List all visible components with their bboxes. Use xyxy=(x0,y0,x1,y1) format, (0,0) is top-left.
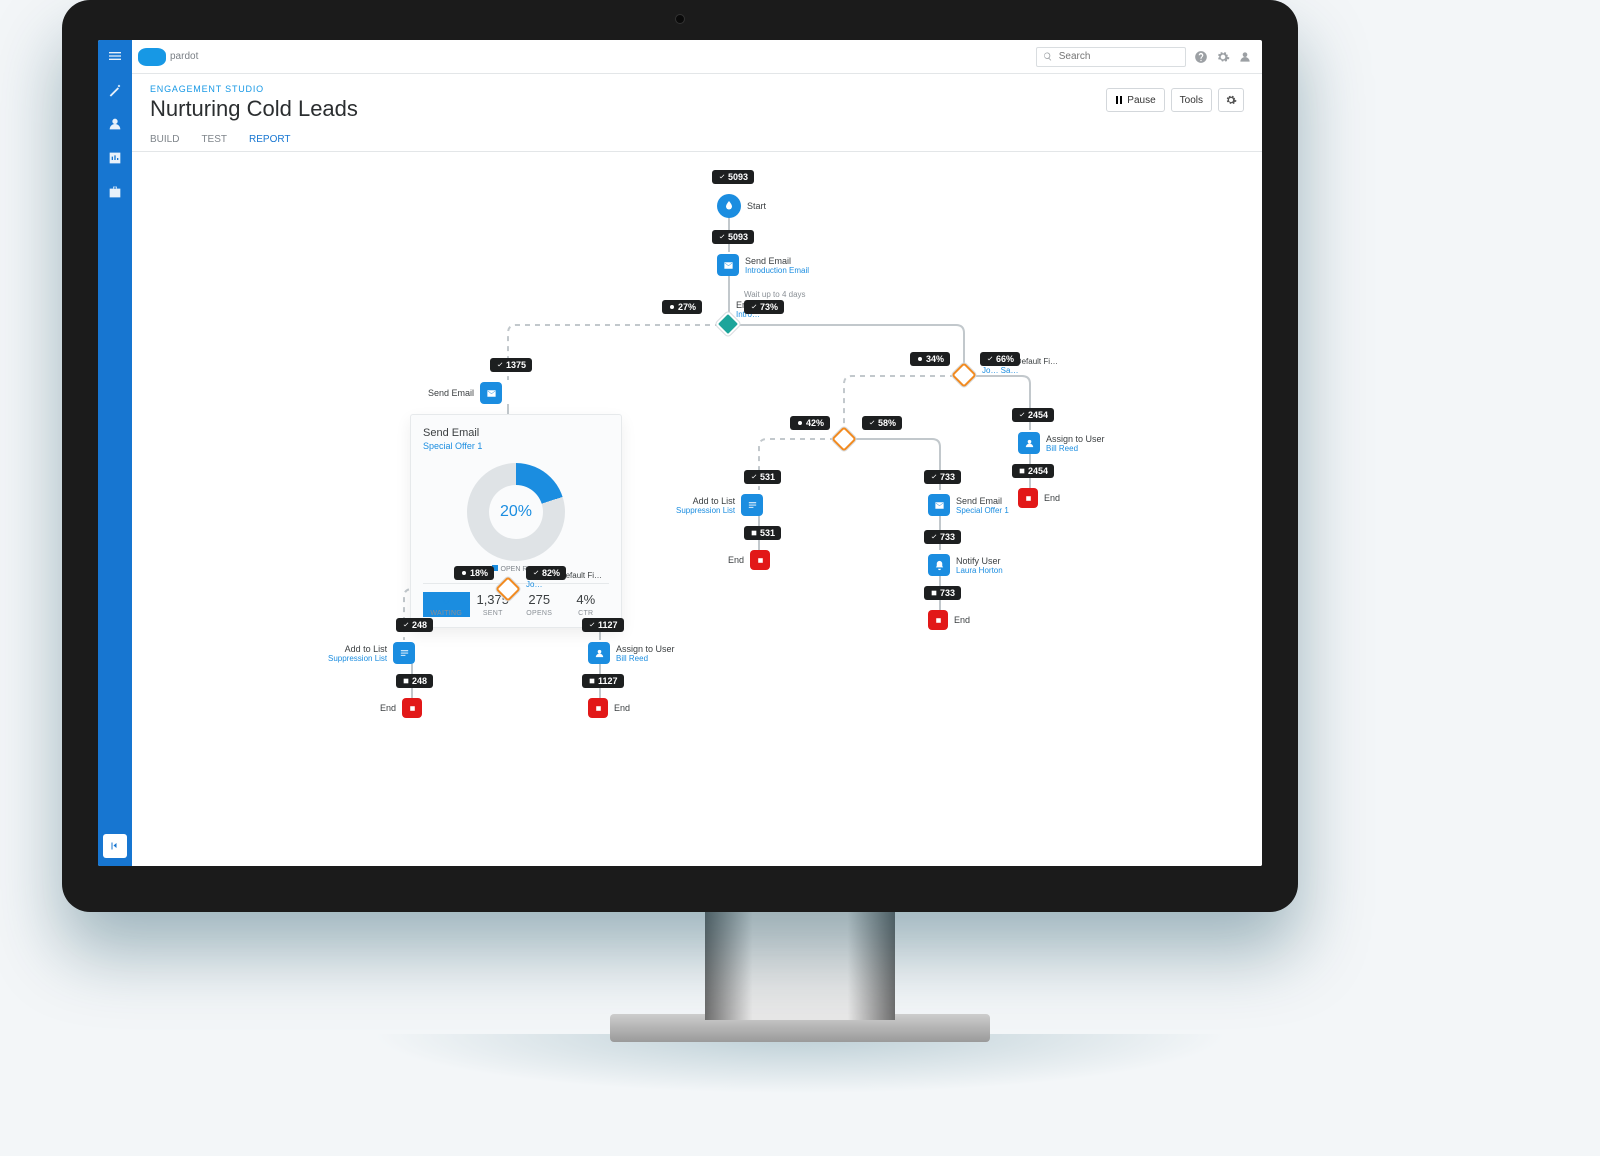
count-badge: 531 xyxy=(744,526,781,540)
end-node[interactable]: End xyxy=(380,698,422,718)
count-badge: 2454 xyxy=(1012,408,1054,422)
page-title: Nurturing Cold Leads xyxy=(150,96,1244,122)
action-node[interactable]: Add to ListSuppression List xyxy=(676,494,763,516)
percent-badge: 82% xyxy=(526,566,566,580)
flow-canvas[interactable]: 5093 Start 5093 Send EmailIntroduction E… xyxy=(132,152,1262,866)
stop-icon xyxy=(1023,493,1034,504)
action-node[interactable]: Assign to UserBill Reed xyxy=(588,642,675,664)
percent-badge: 66% xyxy=(980,352,1020,366)
drop-icon xyxy=(723,200,735,212)
wand-icon[interactable] xyxy=(107,82,123,98)
end-node[interactable]: End xyxy=(588,698,630,718)
count-badge: 248 xyxy=(396,618,433,632)
count-badge: 1127 xyxy=(582,618,624,632)
pause-button[interactable]: Pause xyxy=(1106,88,1164,112)
count-badge: 248 xyxy=(396,674,433,688)
action-node[interactable]: Send EmailSpecial Offer 1 xyxy=(928,494,1009,516)
count-badge: 733 xyxy=(924,586,961,600)
percent-badge: 34% xyxy=(910,352,950,366)
pause-icon xyxy=(1115,96,1123,104)
percent-badge: 18% xyxy=(454,566,494,580)
bell-icon xyxy=(934,560,945,571)
chart-icon[interactable] xyxy=(107,150,123,166)
action-node[interactable]: Send EmailIntroduction Email xyxy=(717,254,809,276)
breadcrumb: ENGAGEMENT STUDIO xyxy=(150,84,1244,94)
mail-icon xyxy=(723,260,734,271)
user-icon xyxy=(1024,438,1035,449)
stop-icon xyxy=(593,703,604,714)
user-icon[interactable] xyxy=(1238,50,1252,64)
end-node[interactable]: End xyxy=(728,550,770,570)
search-input[interactable] xyxy=(1036,47,1186,67)
topbar: pardot xyxy=(132,40,1262,74)
open-rate-donut: 20% xyxy=(467,463,565,561)
list-icon xyxy=(399,648,410,659)
action-node[interactable]: Add to ListSuppression List xyxy=(328,642,415,664)
action-node[interactable]: Send Email xyxy=(428,382,502,404)
count-badge: 1127 xyxy=(582,674,624,688)
collapse-icon[interactable] xyxy=(103,834,127,858)
count-badge: 2454 xyxy=(1012,464,1054,478)
node-detail-card: Send Email Special Offer 1 20% OPEN RATE… xyxy=(410,414,622,628)
user-icon xyxy=(594,648,605,659)
menu-icon[interactable] xyxy=(107,48,123,64)
salesforce-logo-icon xyxy=(138,48,166,66)
webcam-icon xyxy=(675,14,685,24)
rule-node[interactable] xyxy=(831,426,856,451)
stop-icon xyxy=(755,555,766,566)
sidebar xyxy=(98,40,132,866)
percent-badge: 73% xyxy=(744,300,784,314)
stop-icon xyxy=(933,615,944,626)
percent-badge: 58% xyxy=(862,416,902,430)
tools-button[interactable]: Tools xyxy=(1171,88,1212,112)
count-badge: 733 xyxy=(924,530,961,544)
count-badge: 5093 xyxy=(712,170,754,184)
help-icon[interactable] xyxy=(1194,50,1208,64)
end-node[interactable]: End xyxy=(1018,488,1060,508)
rule-node[interactable] xyxy=(951,362,976,387)
percent-badge: 42% xyxy=(790,416,830,430)
mail-icon xyxy=(486,388,497,399)
action-node[interactable]: Assign to UserBill Reed xyxy=(1018,432,1105,454)
count-badge: 531 xyxy=(744,470,781,484)
count-badge: 1375 xyxy=(490,358,532,372)
count-badge: 5093 xyxy=(712,230,754,244)
card-subtitle[interactable]: Special Offer 1 xyxy=(423,441,609,451)
mail-icon xyxy=(934,500,945,511)
settings-button[interactable] xyxy=(1218,88,1244,112)
gear-icon xyxy=(1225,94,1237,106)
briefcase-icon[interactable] xyxy=(107,184,123,200)
count-badge: 733 xyxy=(924,470,961,484)
percent-badge: 27% xyxy=(662,300,702,314)
action-node[interactable]: Notify UserLaura Horton xyxy=(928,554,1003,576)
stop-icon xyxy=(407,703,418,714)
gear-icon[interactable] xyxy=(1216,50,1230,64)
wait-label: Wait up to 4 days xyxy=(744,290,806,299)
end-node[interactable]: End xyxy=(928,610,970,630)
start-node[interactable]: Start xyxy=(717,194,766,218)
brand-text: pardot xyxy=(170,51,198,62)
search-icon xyxy=(1043,51,1053,62)
list-icon xyxy=(747,500,758,511)
people-icon[interactable] xyxy=(107,116,123,132)
card-title: Send Email xyxy=(423,427,609,439)
